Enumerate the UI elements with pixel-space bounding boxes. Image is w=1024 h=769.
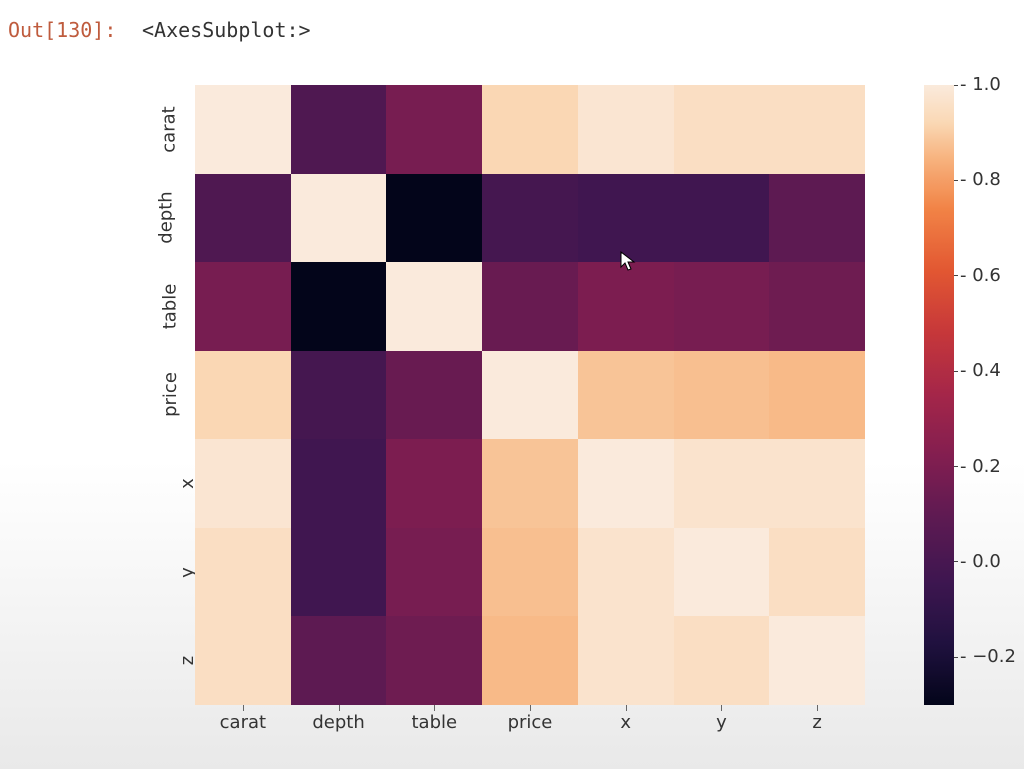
heatmap-cell — [195, 85, 291, 174]
heatmap-cell — [291, 174, 387, 263]
colorbar-tick: - 0.0 — [960, 551, 1001, 572]
heatmap-cell — [769, 351, 865, 440]
y-axis-label: y — [140, 528, 198, 617]
colorbar-tick: - 0.4 — [960, 360, 1001, 381]
y-axis-labels: caratdepthtablepricexyz — [140, 85, 190, 705]
heatmap-cell — [386, 616, 482, 705]
y-axis-label: x — [140, 439, 198, 528]
x-axis-label: table — [386, 712, 482, 752]
heatmap-cell — [482, 616, 578, 705]
x-axis-label: carat — [195, 712, 291, 752]
heatmap-cell — [674, 439, 770, 528]
heatmap-cell — [578, 174, 674, 263]
colorbar — [924, 85, 954, 705]
heatmap-cell — [769, 616, 865, 705]
heatmap-plot — [195, 85, 865, 705]
heatmap-cell — [578, 351, 674, 440]
heatmap-cell — [195, 351, 291, 440]
heatmap-cell — [291, 528, 387, 617]
heatmap-cell — [674, 351, 770, 440]
y-axis-label: depth — [140, 174, 198, 263]
heatmap-cell — [291, 85, 387, 174]
heatmap-cell — [386, 351, 482, 440]
x-axis-label: y — [674, 712, 770, 752]
heatmap-cell — [769, 85, 865, 174]
x-axis-label: z — [769, 712, 865, 752]
heatmap-cell — [769, 439, 865, 528]
heatmap-cell — [291, 439, 387, 528]
x-axis-label: price — [482, 712, 578, 752]
heatmap-cell — [674, 616, 770, 705]
heatmap-cell — [578, 262, 674, 351]
heatmap-cell — [674, 528, 770, 617]
heatmap-cell — [386, 439, 482, 528]
heatmap-cell — [291, 351, 387, 440]
heatmap-cell — [578, 439, 674, 528]
heatmap-cell — [386, 528, 482, 617]
heatmap-cell — [195, 528, 291, 617]
heatmap-cell — [482, 85, 578, 174]
heatmap-cell — [674, 174, 770, 263]
heatmap-cell — [195, 262, 291, 351]
heatmap-cell — [578, 528, 674, 617]
heatmap-cell — [386, 85, 482, 174]
x-axis-label: depth — [291, 712, 387, 752]
heatmap-cell — [769, 174, 865, 263]
heatmap-cell — [482, 528, 578, 617]
x-axis-label: x — [578, 712, 674, 752]
heatmap-cell — [769, 528, 865, 617]
y-axis-label: carat — [140, 85, 198, 174]
heatmap-cell — [386, 174, 482, 263]
output-prompt: Out[130]: — [8, 18, 116, 42]
heatmap-cell — [769, 262, 865, 351]
heatmap-grid — [195, 85, 865, 705]
colorbar-tick: - 0.6 — [960, 265, 1001, 286]
heatmap-cell — [578, 616, 674, 705]
heatmap-cell — [386, 262, 482, 351]
heatmap-cell — [291, 616, 387, 705]
heatmap-cell — [578, 85, 674, 174]
heatmap-cell — [482, 351, 578, 440]
y-axis-label: table — [140, 262, 198, 351]
colorbar-tick: - 0.2 — [960, 456, 1001, 477]
heatmap-cell — [291, 262, 387, 351]
heatmap-cell — [482, 174, 578, 263]
heatmap-cell — [195, 616, 291, 705]
y-axis-label: price — [140, 351, 198, 440]
colorbar-tick: - 1.0 — [960, 74, 1001, 95]
heatmap-cell — [195, 174, 291, 263]
colorbar-ticks: - 1.0- 0.8- 0.6- 0.4- 0.2- 0.0- −0.2 — [960, 85, 1020, 705]
x-axis-labels: caratdepthtablepricexyz — [195, 712, 865, 752]
colorbar-tick: - 0.8 — [960, 169, 1001, 190]
heatmap-cell — [674, 85, 770, 174]
y-axis-label: z — [140, 616, 198, 705]
colorbar-tick: - −0.2 — [960, 646, 1016, 667]
heatmap-cell — [674, 262, 770, 351]
output-repr: <AxesSubplot:> — [142, 18, 311, 42]
heatmap-cell — [482, 439, 578, 528]
heatmap-cell — [482, 262, 578, 351]
heatmap-cell — [195, 439, 291, 528]
